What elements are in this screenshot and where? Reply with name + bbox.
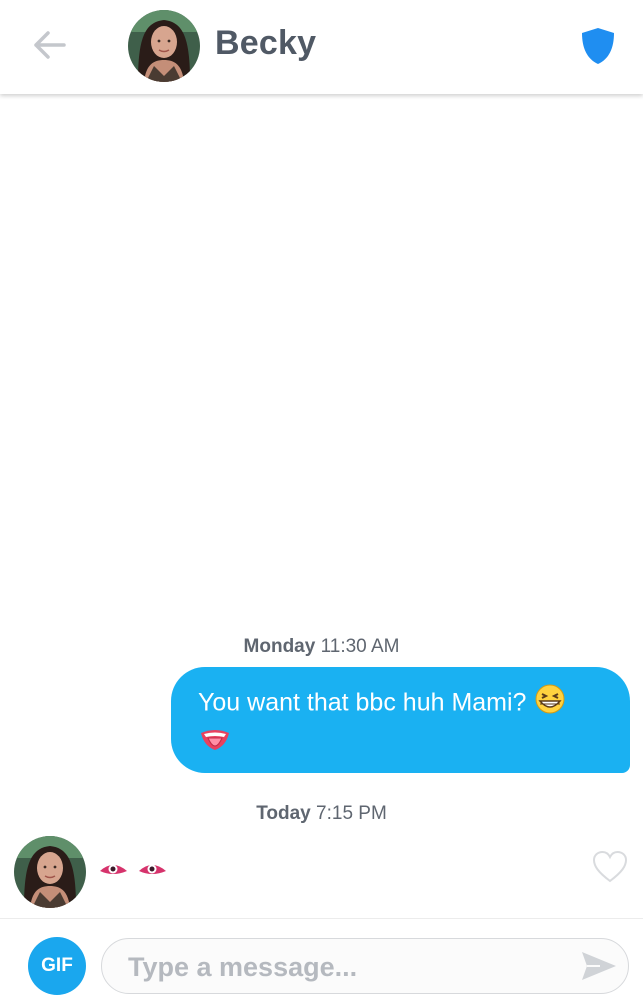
sender-avatar[interactable] — [14, 836, 86, 908]
like-message-button[interactable] — [592, 850, 628, 884]
message-input-wrapper — [101, 938, 629, 994]
back-button[interactable] — [30, 27, 70, 63]
heart-outline-icon — [592, 850, 628, 883]
timestamp: Monday 11:30 AM — [0, 636, 643, 658]
shield-icon — [582, 28, 614, 64]
match-avatar[interactable] — [128, 10, 200, 82]
timestamp-time: 7:15 PM — [316, 803, 387, 824]
arrow-left-icon — [34, 31, 66, 59]
grinning-squinting-face-icon — [533, 684, 567, 724]
incoming-message[interactable] — [99, 855, 171, 885]
chat-header: Becky — [0, 0, 643, 94]
eye-icon — [100, 864, 127, 874]
eye-icon — [139, 864, 166, 874]
send-arrow-icon — [582, 952, 616, 980]
safety-button[interactable] — [579, 26, 617, 66]
timestamp-time: 11:30 AM — [320, 636, 400, 657]
timestamp: Today 7:15 PM — [0, 803, 643, 825]
gif-button[interactable]: GIF — [28, 937, 86, 995]
message-input[interactable] — [128, 945, 558, 989]
timestamp-day: Today — [256, 803, 311, 824]
timestamp-day: Monday — [243, 636, 316, 657]
outgoing-message-bubble[interactable]: You want that bbc huh Mami? — [171, 667, 630, 773]
message-text: You want that bbc huh Mami? — [198, 688, 527, 717]
tongue-mouth-icon — [198, 724, 232, 764]
message-composer: GIF — [0, 918, 643, 1000]
match-name[interactable]: Becky — [215, 24, 316, 63]
send-button[interactable] — [580, 949, 618, 983]
